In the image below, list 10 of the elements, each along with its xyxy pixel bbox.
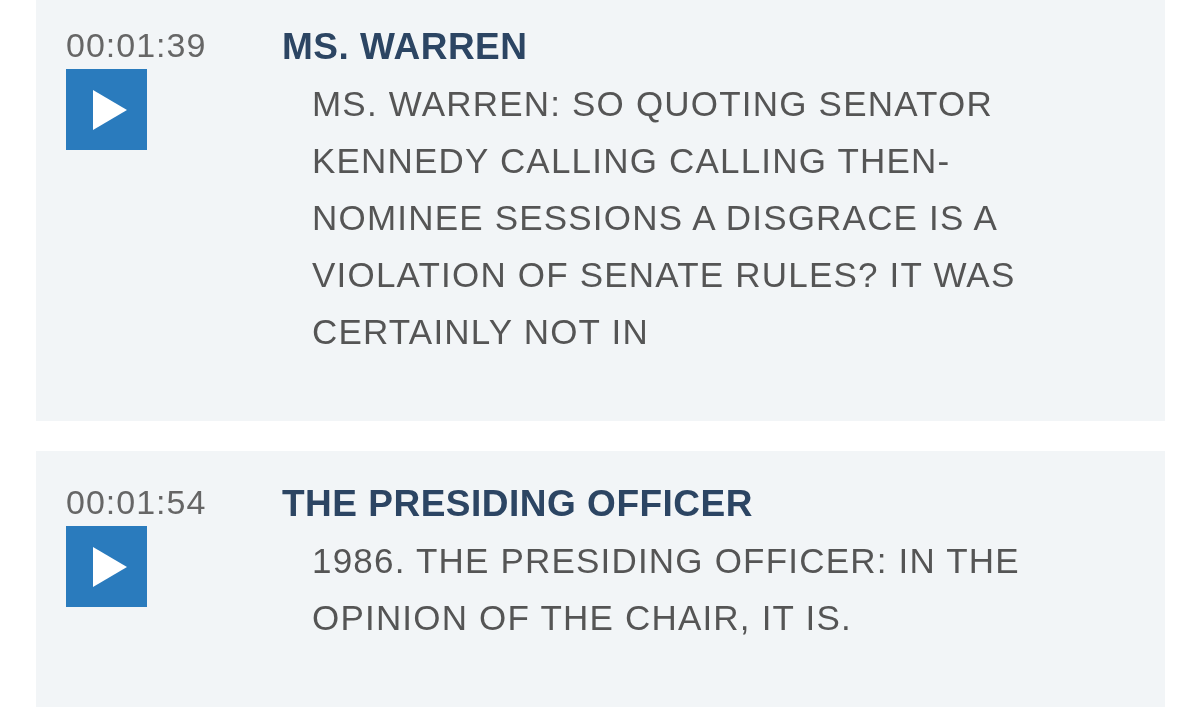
play-button[interactable] xyxy=(66,69,147,150)
timestamp: 00:01:54 xyxy=(66,482,207,522)
play-button[interactable] xyxy=(66,526,147,607)
speaker-name: MS. WARREN xyxy=(282,25,528,69)
transcript-text: 1986. THE PRESIDING OFFICER: IN THE OPINION OF THE CHAIR, IT IS. xyxy=(312,540,1021,639)
timestamp: 00:01:39 xyxy=(66,25,207,65)
play-icon xyxy=(92,89,127,130)
speaker-name: THE PRESIDING OFFICER xyxy=(282,482,753,526)
transcript-text: MS. WARREN: SO QUOTING SENATOR KENNEDY CALLING CALLING THEN-NOMINEE SESSIONS A DISGRACE IS A VIOLATION OF SENATE RULES? IT WAS CERTAINLY NOT IN xyxy=(312,83,1017,353)
play-icon xyxy=(92,546,127,587)
